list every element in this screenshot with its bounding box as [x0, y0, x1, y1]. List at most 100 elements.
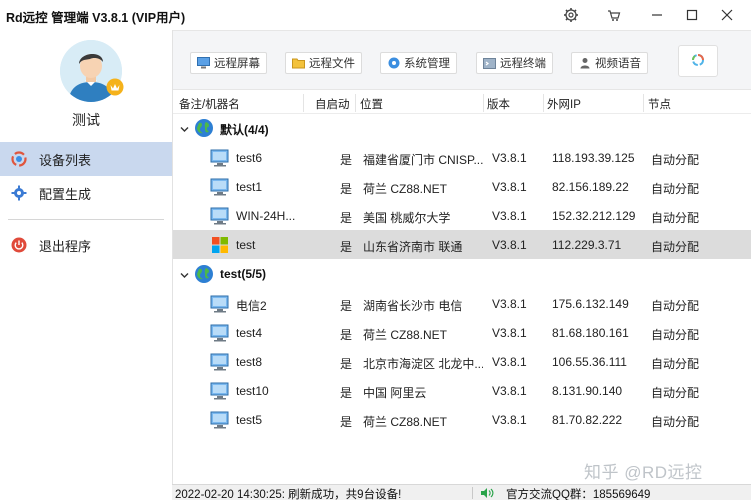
- column-header-autostart[interactable]: 自启动: [315, 96, 350, 112]
- table-row-selected[interactable]: test 是 山东省济南市 联通 V3.8.1 112.229.3.71 自动分…: [173, 230, 751, 259]
- cell-node: 自动分配: [651, 386, 700, 400]
- cell-node: 自动分配: [651, 211, 700, 225]
- minimize-icon[interactable]: [645, 4, 669, 26]
- remote-screen-button[interactable]: 远程屏幕: [190, 52, 267, 74]
- power-icon: [10, 236, 28, 254]
- refresh-icon: [691, 53, 705, 70]
- cell-location: 中国 阿里云: [363, 386, 427, 400]
- sidebar-item-device-list[interactable]: 设备列表: [0, 142, 172, 176]
- settings-gear-icon[interactable]: [559, 4, 583, 26]
- table-row[interactable]: 电信2 是 湖南省长沙市 电信 V3.8.1 175.6.132.149 自动分…: [173, 289, 751, 318]
- sidebar-divider: [8, 219, 164, 220]
- window-title: Rd远控 管理端 V3.8.1 (VIP用户): [6, 11, 186, 25]
- cell-version: V3.8.1: [492, 180, 527, 194]
- globe-icon: [194, 118, 214, 138]
- table-row[interactable]: test10 是 中国 阿里云 V3.8.1 8.131.90.140 自动分配: [173, 376, 751, 405]
- folder-icon: [292, 57, 305, 69]
- computer-icon: [210, 324, 230, 342]
- cell-autostart: 是: [340, 299, 353, 313]
- cell-name: test: [236, 238, 256, 252]
- main-panel: 远程屏幕 远程文件 系统管理 远程终端 视频语音 备注/机器名 自启动 位置 版…: [172, 30, 751, 484]
- gear-icon: [10, 184, 28, 202]
- table-row[interactable]: test8 是 北京市海淀区 北龙中... V3.8.1 106.55.36.1…: [173, 347, 751, 376]
- remote-file-label: 远程文件: [309, 58, 355, 70]
- speaker-icon[interactable]: [480, 487, 494, 499]
- video-audio-button[interactable]: 视频语音: [571, 52, 648, 74]
- column-separator: [355, 94, 356, 112]
- title-bar: Rd远控 管理端 V3.8.1 (VIP用户): [0, 0, 751, 30]
- cell-location: 荷兰 CZ88.NET: [363, 415, 448, 429]
- cell-node: 自动分配: [651, 153, 700, 167]
- windows-logo-icon: [210, 236, 230, 254]
- cell-location: 福建省厦门市 CNISP...: [363, 153, 483, 167]
- settings-icon: [387, 57, 400, 69]
- cell-autostart: 是: [340, 153, 353, 167]
- globe-icon: [194, 264, 214, 284]
- refresh-button[interactable]: [678, 45, 718, 77]
- cell-name: WIN-24H...: [236, 209, 296, 223]
- close-icon[interactable]: [715, 4, 739, 26]
- toolbar: 远程屏幕 远程文件 系统管理 远程终端 视频语音: [173, 30, 751, 90]
- sidebar: 测试 设备列表 配置生成 退出程序: [0, 30, 172, 500]
- remote-file-button[interactable]: 远程文件: [285, 52, 362, 74]
- status-bar: 2022-02-20 14:30:25: 刷新成功，共9台设备! 官方交流QQ群…: [172, 484, 751, 500]
- qq-group-text[interactable]: 官方交流QQ群：185569649: [506, 486, 650, 500]
- cell-name: test8: [236, 355, 263, 369]
- table-row[interactable]: test1 是 荷兰 CZ88.NET V3.8.1 82.156.189.22…: [173, 172, 751, 201]
- cell-location: 湖南省长沙市 电信: [363, 299, 463, 313]
- table-row[interactable]: test4 是 荷兰 CZ88.NET V3.8.1 81.68.180.161…: [173, 318, 751, 347]
- cell-autostart: 是: [340, 182, 353, 196]
- cell-autostart: 是: [340, 211, 353, 225]
- cell-location: 美国 桃威尔大学: [363, 211, 451, 225]
- table-header: 备注/机器名 自启动 位置 版本 外网IP 节点: [173, 92, 751, 114]
- group-name: test(5/5): [220, 267, 267, 281]
- terminal-icon: [483, 57, 496, 69]
- cell-ip: 106.55.36.111: [552, 355, 627, 369]
- cart-icon[interactable]: [602, 4, 626, 26]
- group-default[interactable]: 默认(4/4): [173, 114, 751, 142]
- cell-ip: 82.156.189.22: [552, 180, 629, 194]
- sidebar-item-exit[interactable]: 退出程序: [0, 228, 172, 262]
- sidebar-item-label: 设备列表: [39, 152, 92, 168]
- chevron-down-icon[interactable]: [180, 123, 189, 132]
- maximize-icon[interactable]: [680, 4, 704, 26]
- column-header-location[interactable]: 位置: [360, 96, 383, 112]
- cell-name: test6: [236, 151, 263, 165]
- cell-ip: 8.131.90.140: [552, 384, 623, 398]
- column-header-name[interactable]: 备注/机器名: [179, 96, 240, 112]
- column-separator: [303, 94, 304, 112]
- cell-name: test4: [236, 326, 263, 340]
- system-manage-button[interactable]: 系统管理: [380, 52, 457, 74]
- cell-autostart: 是: [340, 328, 353, 342]
- cell-version: V3.8.1: [492, 413, 527, 427]
- cell-node: 自动分配: [651, 415, 700, 429]
- cell-ip: 112.229.3.71: [552, 238, 622, 252]
- cell-version: V3.8.1: [492, 326, 527, 340]
- column-header-ip[interactable]: 外网IP: [547, 96, 581, 112]
- status-message: 2022-02-20 14:30:25: 刷新成功，共9台设备!: [175, 489, 402, 500]
- cell-version: V3.8.1: [492, 151, 527, 165]
- cell-location: 荷兰 CZ88.NET: [363, 182, 448, 196]
- cell-node: 自动分配: [651, 328, 700, 342]
- cell-name: test5: [236, 413, 263, 427]
- cell-autostart: 是: [340, 240, 353, 254]
- remote-screen-label: 远程屏幕: [214, 58, 260, 70]
- cell-node: 自动分配: [651, 299, 700, 313]
- computer-icon: [210, 382, 230, 400]
- user-voice-icon: [578, 57, 591, 69]
- column-header-node[interactable]: 节点: [648, 96, 671, 112]
- chevron-down-icon[interactable]: [180, 269, 189, 278]
- cell-ip: 152.32.212.129: [552, 209, 636, 223]
- cell-node: 自动分配: [651, 182, 700, 196]
- table-row[interactable]: test6 是 福建省厦门市 CNISP... V3.8.1 118.193.3…: [173, 143, 751, 172]
- sidebar-item-config[interactable]: 配置生成: [0, 176, 172, 210]
- remote-terminal-button[interactable]: 远程终端: [476, 52, 553, 74]
- table-row[interactable]: WIN-24H... 是 美国 桃威尔大学 V3.8.1 152.32.212.…: [173, 201, 751, 230]
- group-test[interactable]: test(5/5): [173, 260, 751, 288]
- cell-version: V3.8.1: [492, 355, 527, 369]
- table-row[interactable]: test5 是 荷兰 CZ88.NET V3.8.1 81.70.82.222 …: [173, 405, 751, 434]
- vip-badge-icon: [106, 78, 124, 96]
- column-header-version[interactable]: 版本: [487, 96, 510, 112]
- computer-icon: [210, 411, 230, 429]
- cell-ip: 81.68.180.161: [552, 326, 629, 340]
